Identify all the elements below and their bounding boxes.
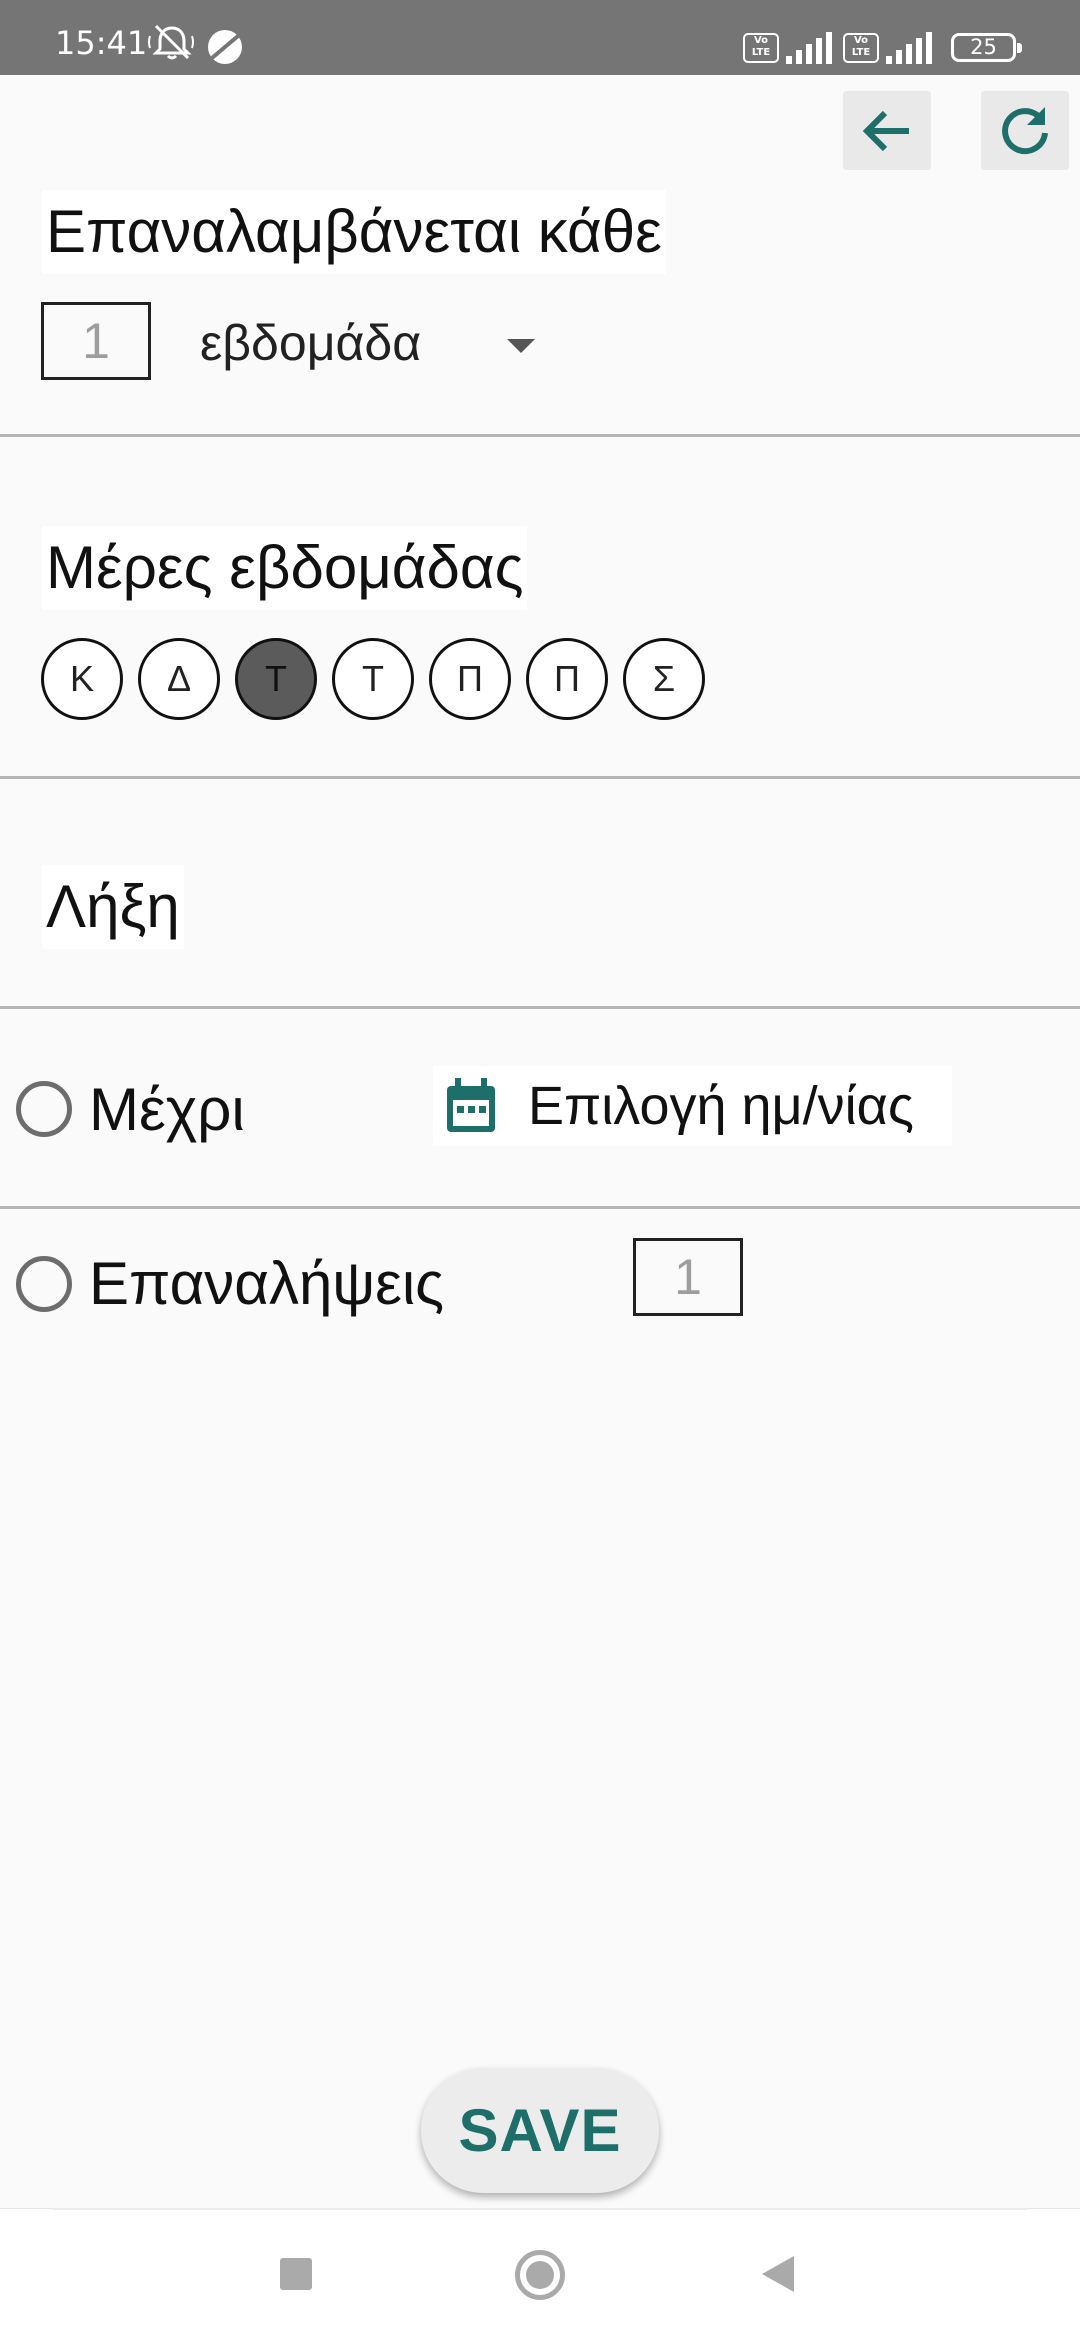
day-toggle-tuesday[interactable]: Τ (235, 638, 317, 720)
back-button[interactable] (843, 91, 931, 170)
dropdown-arrow-icon (507, 339, 535, 353)
signal-icon (786, 32, 832, 64)
volte-icon: Vo LTE (843, 33, 879, 63)
divider (52, 2208, 1028, 2210)
status-time: 15:41 (55, 24, 148, 62)
repeat-unit-label: εβδομάδα (200, 315, 422, 371)
satellite-icon (208, 30, 242, 64)
repeat-unit-dropdown[interactable]: εβδομάδα (200, 306, 550, 386)
until-radio[interactable] (16, 1081, 72, 1137)
volte-icon: Vo LTE (743, 33, 779, 63)
day-toggle-thursday[interactable]: Π (429, 638, 511, 720)
occurrences-input[interactable]: 1 (633, 1238, 743, 1316)
pick-date-button[interactable]: Επιλογή ημ/νίας (433, 1066, 952, 1146)
day-toggle-friday[interactable]: Π (526, 638, 608, 720)
home-icon[interactable] (515, 2250, 565, 2300)
divider (0, 776, 1080, 779)
end-title: Λήξη (42, 865, 184, 949)
day-toggle-wednesday[interactable]: Τ (332, 638, 414, 720)
status-bar: 15:41 Vo LTE Vo LTE 25 (0, 0, 1080, 75)
signal-icon (886, 32, 932, 64)
occurrences-radio[interactable] (16, 1256, 72, 1312)
day-toggle-monday[interactable]: Δ (138, 638, 220, 720)
recent-apps-icon[interactable] (280, 2258, 312, 2290)
pick-date-label: Επιλογή ημ/νίας (528, 1076, 914, 1136)
weekdays-title: Μέρες εβδομάδας (42, 526, 528, 610)
divider (0, 1206, 1080, 1209)
until-label: Μέχρι (89, 1076, 245, 1143)
save-button[interactable]: SAVE (421, 2068, 659, 2193)
repeat-title: Επαναλαμβάνεται κάθε (42, 190, 666, 274)
back-triangle-icon[interactable] (762, 2256, 794, 2292)
divider (0, 1006, 1080, 1009)
calendar-icon (447, 1078, 495, 1132)
refresh-button[interactable] (981, 91, 1069, 170)
refresh-icon (1002, 106, 1048, 154)
occurrences-label: Επαναλήψεις (89, 1250, 445, 1317)
mute-vibrate-icon (148, 24, 194, 60)
day-toggle-sunday[interactable]: Κ (41, 638, 123, 720)
day-toggle-saturday[interactable]: Σ (623, 638, 705, 720)
interval-input[interactable]: 1 (41, 302, 151, 380)
divider (0, 434, 1080, 437)
battery-icon: 25 (951, 33, 1022, 62)
arrow-left-icon (862, 110, 909, 151)
